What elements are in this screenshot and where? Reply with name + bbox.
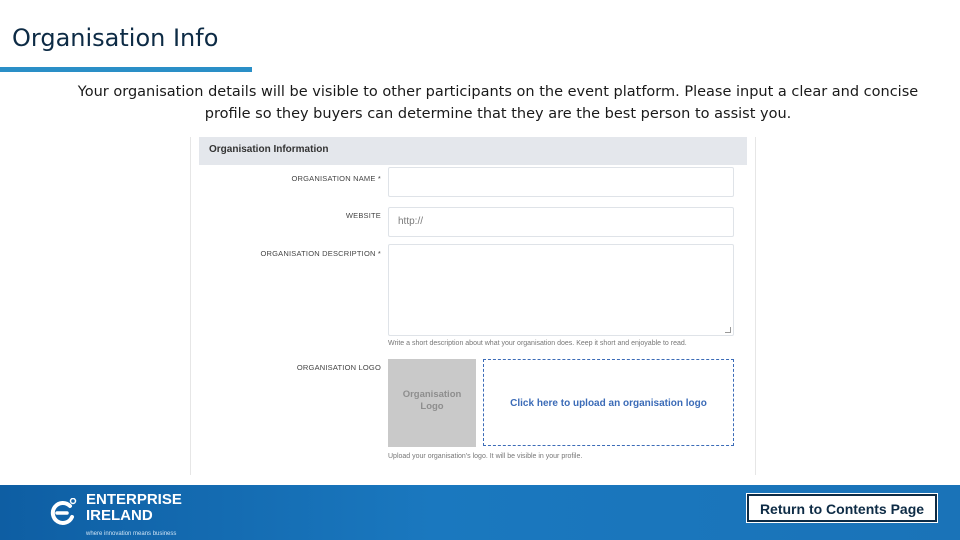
- organisation-logo-label: ORGANISATION LOGO: [296, 363, 381, 372]
- logo-placeholder-image: Organisation Logo: [388, 359, 476, 447]
- website-label: WEBSITE: [345, 211, 381, 220]
- upload-logo-label: Click here to upload an organisation log…: [510, 398, 707, 409]
- enterprise-ireland-mark-icon: [50, 498, 77, 525]
- form-section-title: Organisation Information: [209, 144, 329, 155]
- organisation-name-label: ORGANISATION NAME *: [291, 174, 381, 183]
- intro-line-2: profile so they buyers can determine tha…: [204, 106, 792, 122]
- return-to-contents-label: Return to Contents Page: [759, 501, 925, 517]
- brand-tagline: where innovation means business: [86, 531, 177, 537]
- organisation-form-screenshot: Organisation Information ORGANISATION NA…: [190, 137, 756, 475]
- logo-help-text: Upload your organisation's logo. It will…: [388, 453, 583, 460]
- website-input[interactable]: http://: [388, 207, 734, 237]
- upload-logo-dropzone[interactable]: Click here to upload an organisation log…: [483, 359, 734, 446]
- form-section-header: Organisation Information: [199, 137, 747, 165]
- logo-placeholder-line-1: Organisation: [402, 389, 462, 400]
- return-to-contents-button[interactable]: Return to Contents Page: [746, 493, 938, 523]
- organisation-name-input[interactable]: [388, 167, 734, 197]
- website-placeholder: http://: [398, 216, 424, 227]
- logo-placeholder-text: Organisation Logo: [388, 389, 476, 413]
- organisation-description-textarea[interactable]: [388, 244, 734, 336]
- intro-text: Your organisation details will be visibl…: [60, 81, 936, 125]
- brand-name-line-1: ENTERPRISE: [86, 491, 182, 508]
- brand-name-line-2: IRELAND: [86, 507, 153, 524]
- brand-name: ENTERPRISE IRELAND: [86, 492, 216, 524]
- page-title: Organisation Info: [12, 24, 219, 52]
- resize-grip-icon[interactable]: [725, 327, 731, 333]
- description-help-text: Write a short description about what you…: [388, 340, 687, 347]
- title-underline: [0, 67, 252, 72]
- intro-line-1: Your organisation details will be visibl…: [77, 84, 919, 100]
- logo-placeholder-line-2: Logo: [420, 401, 444, 412]
- footer-bar: ENTERPRISE IRELAND where innovation mean…: [0, 485, 960, 540]
- organisation-description-label: ORGANISATION DESCRIPTION *: [260, 249, 381, 258]
